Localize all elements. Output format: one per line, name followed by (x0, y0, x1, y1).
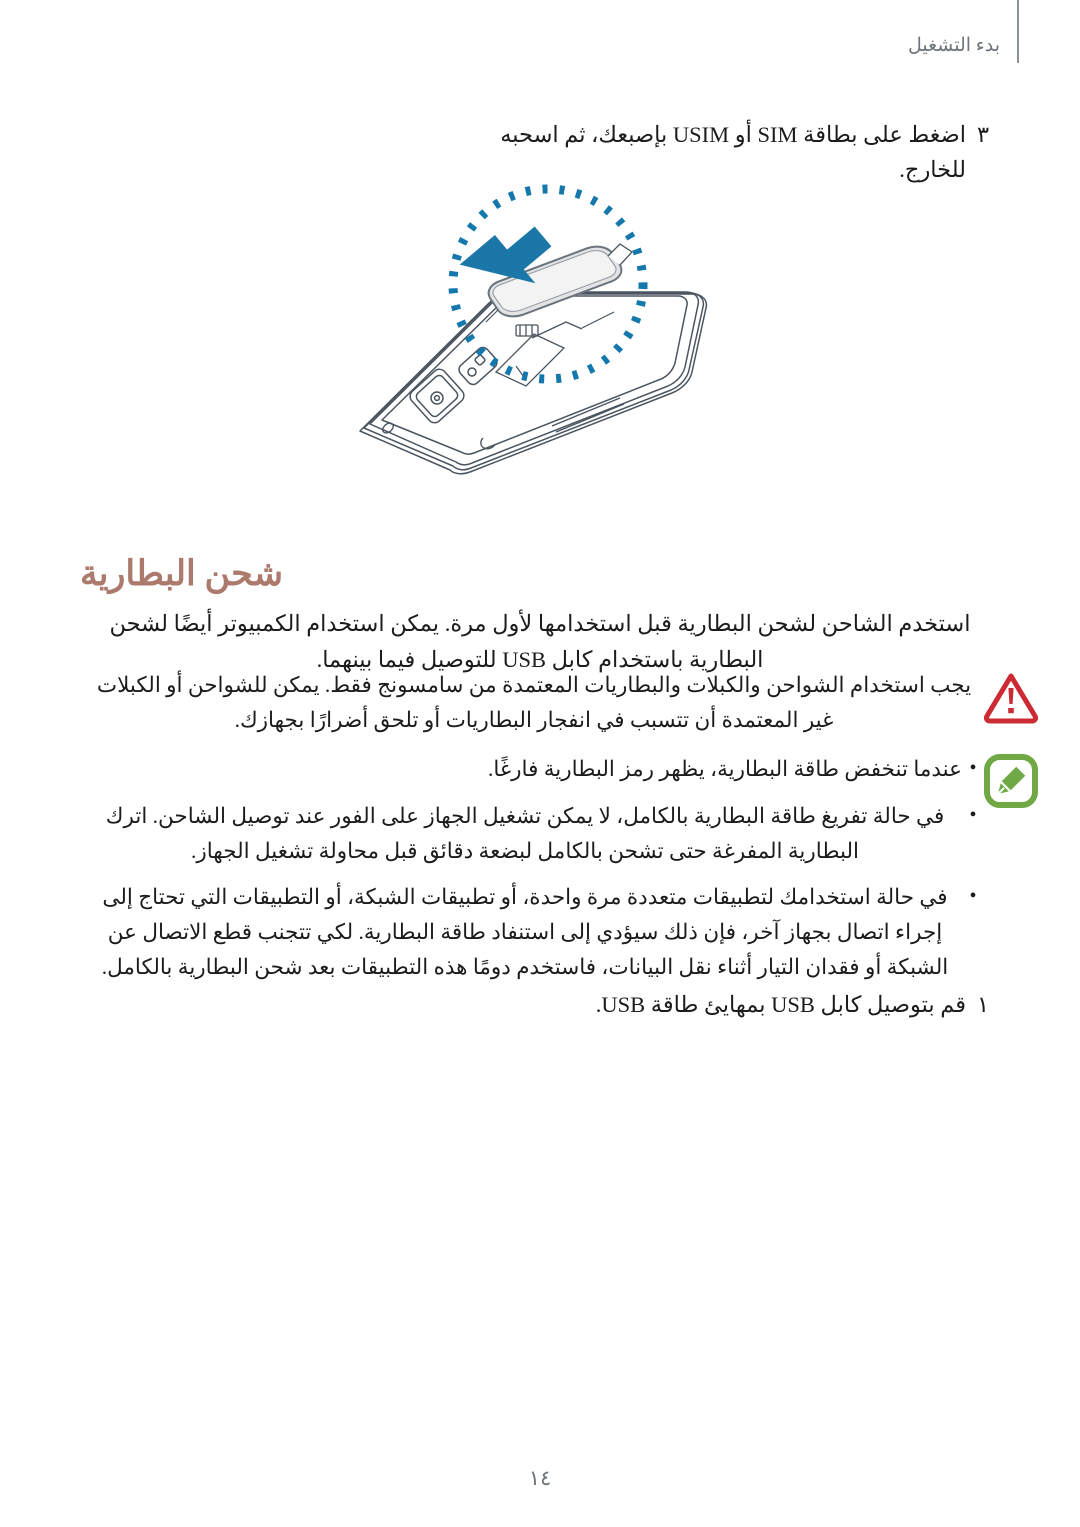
note-item-text: عندما تنخفض طاقة البطارية، يظهر رمز البط… (488, 757, 962, 781)
note-callout: • عندما تنخفض طاقة البطارية، يظهر رمز ال… (88, 752, 1048, 985)
header-divider-rule (1017, 0, 1019, 63)
warning-callout: يجب استخدام الشواحن والكبلات والبطاريات … (88, 668, 1048, 738)
header-chapter-title: بدء التشغيل (908, 35, 1000, 56)
list-item: • في حالة استخدامك لتطبيقات متعددة مرة و… (88, 880, 984, 984)
bullet-marker: • (969, 803, 977, 826)
bullet-marker: • (969, 885, 977, 908)
warning-text: يجب استخدام الشواحن والكبلات والبطاريات … (96, 673, 972, 732)
list-item: • عندما تنخفض طاقة البطارية، يظهر رمز ال… (88, 752, 984, 787)
bullet-marker: • (969, 757, 977, 779)
step-1: ١ قم بتوصيل كابل USB بمهايئ طاقة USB. (460, 988, 1000, 1023)
warning-triangle-icon (983, 670, 1039, 724)
step-1-number: ١ (976, 992, 990, 1017)
page-number: ١٤ (528, 1466, 552, 1490)
note-bullet-list: • عندما تنخفض طاقة البطارية، يظهر رمز ال… (88, 752, 984, 985)
note-body: • عندما تنخفض طاقة البطارية، يظهر رمز ال… (88, 752, 984, 985)
note-item-text: في حالة استخدامك لتطبيقات متعددة مرة واح… (101, 885, 949, 980)
step-1-text: قم بتوصيل كابل USB بمهايئ طاقة USB. (595, 992, 966, 1017)
note-item-text: في حالة تفريغ طاقة البطارية بالكامل، لا … (105, 803, 945, 863)
phone-sim-figure-svg (359, 184, 708, 475)
phone-body-outline (359, 291, 708, 475)
sim-slot-detail (494, 321, 583, 387)
section-title-text: شحن البطارية (80, 554, 284, 594)
step-3-number: ٣ (976, 122, 990, 147)
sim-removal-illustration (320, 176, 750, 506)
section-title-charging-battery: شحن البطارية (80, 553, 1000, 595)
note-pencil-icon (984, 754, 1038, 808)
list-item: • في حالة تفريغ طاقة البطارية بالكامل، ل… (88, 799, 984, 869)
page-header: بدء التشغيل (0, 0, 1080, 70)
